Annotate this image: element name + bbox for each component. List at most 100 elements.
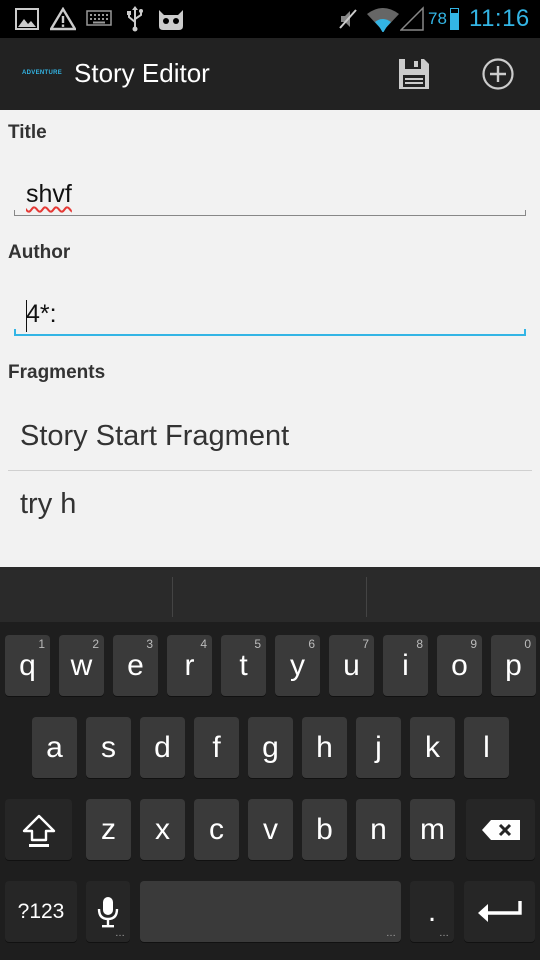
key-label: r: [184, 648, 195, 682]
key-hint: 9: [470, 637, 477, 651]
key-label: h: [316, 730, 333, 764]
key-label: q: [19, 648, 36, 682]
key-a[interactable]: a: [32, 717, 77, 778]
add-icon: [482, 58, 514, 90]
key-m[interactable]: m: [410, 799, 455, 860]
title-underline: [14, 210, 526, 216]
keyboard-icon: [86, 4, 112, 34]
save-button[interactable]: [394, 54, 434, 94]
fragment-title: try h: [20, 488, 77, 520]
wifi-icon: [366, 4, 400, 34]
key-label: x: [155, 812, 170, 846]
voice-key[interactable]: …: [86, 881, 130, 942]
key-o[interactable]: o9: [437, 635, 482, 696]
period-key[interactable]: . …: [410, 881, 454, 942]
shift-key[interactable]: [5, 799, 72, 860]
key-i[interactable]: i8: [383, 635, 428, 696]
key-b[interactable]: b: [302, 799, 347, 860]
key-hint: 6: [308, 637, 315, 651]
author-field[interactable]: 4*:: [14, 296, 526, 336]
key-label: m: [420, 812, 445, 846]
key-label: o: [451, 648, 468, 682]
key-g[interactable]: g: [248, 717, 293, 778]
key-u[interactable]: u7: [329, 635, 374, 696]
cyanogen-icon: [156, 4, 186, 34]
key-v[interactable]: v: [248, 799, 293, 860]
fragment-item[interactable]: Story Start Fragment: [8, 404, 532, 470]
author-label: Author: [8, 242, 71, 263]
key-label: j: [375, 730, 382, 764]
key-hint: 8: [416, 637, 423, 651]
key-hint: 7: [362, 637, 369, 651]
divider: [366, 577, 367, 617]
key-hint: 2: [92, 637, 99, 651]
key-z[interactable]: z: [86, 799, 131, 860]
backspace-key[interactable]: [466, 799, 535, 860]
fragment-item[interactable]: try h: [8, 472, 532, 538]
app-logo[interactable]: ADVENTURE: [22, 70, 62, 76]
battery-percent: 78: [428, 9, 447, 28]
key-label: z: [101, 812, 116, 846]
page-title: Story Editor: [74, 58, 210, 88]
key-label: l: [483, 730, 490, 764]
battery-icon: [450, 8, 459, 30]
mute-icon: [336, 4, 360, 34]
key-label: t: [239, 648, 248, 682]
key-label: f: [212, 730, 221, 764]
key-label: a: [46, 730, 63, 764]
usb-icon: [124, 4, 146, 34]
key-d[interactable]: d: [140, 717, 185, 778]
key-n[interactable]: n: [356, 799, 401, 860]
title-value: shvf: [26, 180, 72, 208]
action-bar: ADVENTURE Story Editor: [0, 38, 540, 110]
key-label: y: [290, 648, 305, 682]
author-underline: [14, 329, 526, 336]
key-label: g: [262, 730, 279, 764]
key-hint: 4: [200, 637, 207, 651]
key-label: c: [209, 812, 224, 846]
key-r[interactable]: r4: [167, 635, 212, 696]
key-label: w: [70, 648, 93, 682]
divider: [8, 470, 532, 471]
key-l[interactable]: l: [464, 717, 509, 778]
key-y[interactable]: y6: [275, 635, 320, 696]
microphone-icon: [97, 896, 119, 927]
more-dots: …: [439, 928, 449, 939]
key-q[interactable]: q1: [5, 635, 50, 696]
backspace-icon: [481, 819, 520, 840]
battery-fill: [451, 13, 458, 29]
key-e[interactable]: e3: [113, 635, 158, 696]
key-hint: 1: [38, 637, 45, 651]
key-hint: 0: [524, 637, 531, 651]
key-p[interactable]: p0: [491, 635, 536, 696]
soft-keyboard: q1w2e3r4t5y6u7i8o9p0asdfghjklzxcvbnm ?12…: [0, 567, 540, 960]
key-f[interactable]: f: [194, 717, 239, 778]
more-dots: …: [386, 928, 396, 939]
warning-icon: [50, 4, 76, 34]
title-field[interactable]: shvf: [14, 176, 526, 216]
key-label: i: [402, 648, 409, 682]
key-t[interactable]: t5: [221, 635, 266, 696]
key-h[interactable]: h: [302, 717, 347, 778]
key-j[interactable]: j: [356, 717, 401, 778]
key-label: b: [316, 812, 333, 846]
key-k[interactable]: k: [410, 717, 455, 778]
suggestion-strip[interactable]: [0, 567, 540, 622]
fragments-label: Fragments: [8, 362, 106, 383]
key-label: p: [505, 648, 522, 682]
key-w[interactable]: w2: [59, 635, 104, 696]
key-label: k: [425, 730, 440, 764]
key-label: n: [370, 812, 387, 846]
symbols-key[interactable]: ?123: [5, 881, 77, 942]
more-dots: …: [115, 928, 125, 939]
key-label: d: [154, 730, 171, 764]
space-key[interactable]: …: [140, 881, 401, 942]
title-label: Title: [8, 122, 47, 143]
add-button[interactable]: [478, 54, 518, 94]
divider: [172, 577, 173, 617]
key-c[interactable]: c: [194, 799, 239, 860]
key-x[interactable]: x: [140, 799, 185, 860]
status-bar: 78 11:16: [0, 0, 540, 38]
key-s[interactable]: s: [86, 717, 131, 778]
enter-key[interactable]: [464, 881, 535, 942]
